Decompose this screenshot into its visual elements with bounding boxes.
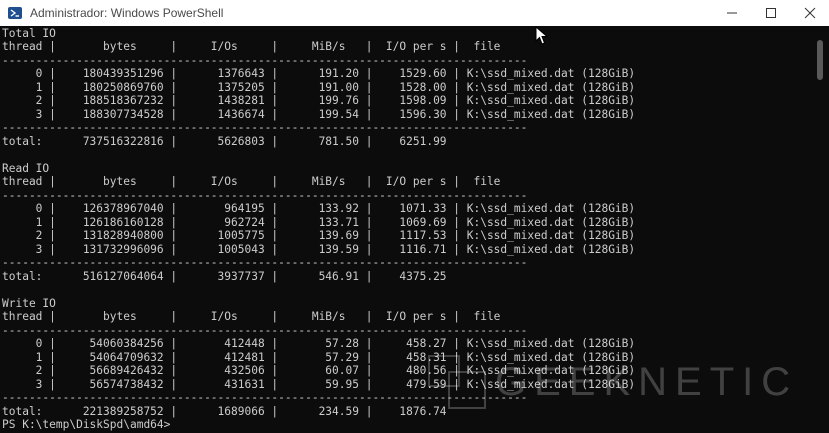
- console-line: 2 | 56689426432 | 432506 | 60.07 | 480.5…: [2, 364, 636, 377]
- console-line: Write IO: [2, 297, 56, 310]
- console-line: thread | bytes | I/Os | MiB/s | I/O per …: [2, 40, 501, 53]
- console-line: 3 | 188307734528 | 1436674 | 199.54 | 15…: [2, 108, 636, 121]
- title-bar[interactable]: Administrador: Windows PowerShell: [0, 0, 829, 26]
- console-line: Total IO: [2, 27, 56, 40]
- close-icon: [804, 7, 815, 19]
- console-line: ----------------------------------------…: [2, 121, 528, 134]
- window-title: Administrador: Windows PowerShell: [30, 6, 224, 20]
- console-line: 0 | 180439351296 | 1376643 | 191.20 | 15…: [2, 67, 636, 80]
- maximize-button[interactable]: [751, 0, 790, 26]
- powershell-window: Administrador: Windows PowerShell Total …: [0, 0, 829, 433]
- window-controls: [712, 0, 829, 26]
- console-line: 2 | 188518367232 | 1438281 | 199.76 | 15…: [2, 94, 636, 107]
- maximize-icon: [765, 8, 776, 18]
- console-output[interactable]: Total IO thread | bytes | I/Os | MiB/s |…: [0, 26, 812, 433]
- console-line: 0 | 126378967040 | 964195 | 133.92 | 107…: [2, 202, 636, 215]
- vertical-scrollbar[interactable]: [812, 26, 829, 433]
- console-line: 3 | 131732996096 | 1005043 | 139.59 | 11…: [2, 243, 636, 256]
- console-line: ----------------------------------------…: [2, 391, 528, 404]
- console-line: ----------------------------------------…: [2, 54, 528, 67]
- console-line: 2 | 131828940800 | 1005775 | 139.69 | 11…: [2, 229, 636, 242]
- console-line: 1 | 126186160128 | 962724 | 133.71 | 106…: [2, 216, 636, 229]
- console-line: 1 | 180250869760 | 1375205 | 191.00 | 15…: [2, 81, 636, 94]
- mouse-pointer-icon: [535, 26, 549, 45]
- console-line: 1 | 54064709632 | 412481 | 57.29 | 458.3…: [2, 351, 636, 364]
- console-line: 3 | 56574738432 | 431631 | 59.95 | 479.5…: [2, 378, 636, 391]
- console-line: thread | bytes | I/Os | MiB/s | I/O per …: [2, 175, 501, 188]
- console-line: total: 516127064064 | 3937737 | 546.91 |…: [2, 270, 447, 283]
- minimize-icon: [726, 12, 737, 14]
- console-line: total: 737516322816 | 5626803 | 781.50 |…: [2, 135, 447, 148]
- console-line: ----------------------------------------…: [2, 324, 528, 337]
- console-line: 0 | 54060384256 | 412448 | 57.28 | 458.2…: [2, 337, 636, 350]
- console-line: Read IO: [2, 162, 50, 175]
- console-prompt[interactable]: PS K:\temp\DiskSpd\amd64>: [2, 418, 170, 432]
- scrollbar-thumb[interactable]: [817, 40, 823, 80]
- powershell-icon: [8, 7, 22, 19]
- close-button[interactable]: [790, 0, 829, 26]
- console-line: thread | bytes | I/Os | MiB/s | I/O per …: [2, 310, 501, 323]
- console-line: ----------------------------------------…: [2, 256, 528, 269]
- console-line: ----------------------------------------…: [2, 189, 528, 202]
- minimize-button[interactable]: [712, 0, 751, 26]
- console-line: total: 221389258752 | 1689066 | 234.59 |…: [2, 405, 447, 418]
